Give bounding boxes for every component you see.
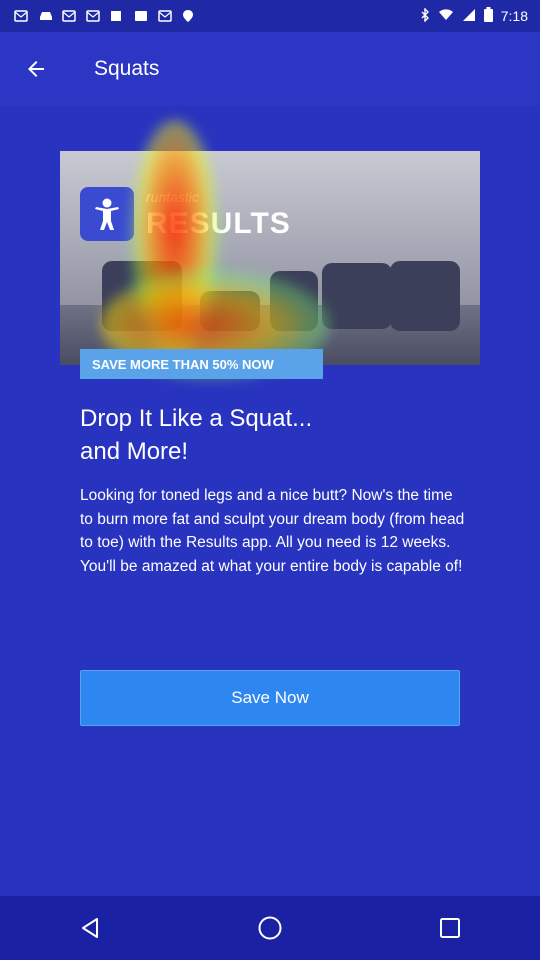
clock-time: 7:18 [500, 8, 528, 24]
athlete-figure [390, 261, 460, 331]
back-button[interactable] [8, 41, 64, 97]
promo-banner-image[interactable]: runtastic RESULTS [60, 151, 480, 365]
promo-tag: SAVE MORE THAN 50% NOW [80, 349, 323, 379]
wifi-icon [438, 8, 454, 24]
nav-back-button[interactable] [60, 898, 120, 958]
brand-title: RESULTS [146, 207, 291, 240]
brand-subtitle: runtastic [146, 189, 199, 205]
description-text: Looking for toned legs and a nice butt? … [80, 487, 465, 576]
bluetooth-icon [420, 6, 430, 25]
nav-recents-button[interactable] [420, 898, 480, 958]
nav-home-button[interactable] [240, 898, 300, 958]
system-navigation-bar [0, 896, 540, 960]
mail-icon [158, 9, 172, 23]
battery-icon [483, 7, 493, 25]
mail-icon [62, 9, 76, 23]
notification-icons [14, 9, 196, 23]
app-bar: Squats [0, 32, 540, 106]
car-icon [38, 9, 52, 23]
location-icon [182, 9, 196, 23]
athlete-figure [102, 261, 182, 331]
mail-icon [14, 9, 28, 23]
square-icon [110, 9, 124, 23]
athlete-figure [200, 291, 260, 331]
nav-back-icon [82, 918, 98, 938]
headline-line-2: and More! [80, 438, 189, 465]
system-icons: 7:18 [420, 6, 528, 25]
signal-icon [462, 8, 476, 25]
nav-home-icon [258, 916, 282, 940]
arrow-back-icon [28, 61, 44, 77]
page-title: Squats [94, 57, 160, 80]
headline: Drop It Like a Squat... and More! [80, 402, 460, 468]
email-icon [134, 9, 148, 23]
athlete-figure [322, 263, 392, 329]
status-bar: 7:18 [0, 0, 540, 32]
athlete-figure [270, 271, 318, 331]
save-now-button[interactable]: Save Now [80, 670, 460, 726]
headline-line-1: Drop It Like a Squat... [80, 405, 313, 432]
mail-icon [86, 9, 100, 23]
nav-recents-icon [440, 918, 460, 938]
person-icon [80, 187, 134, 241]
